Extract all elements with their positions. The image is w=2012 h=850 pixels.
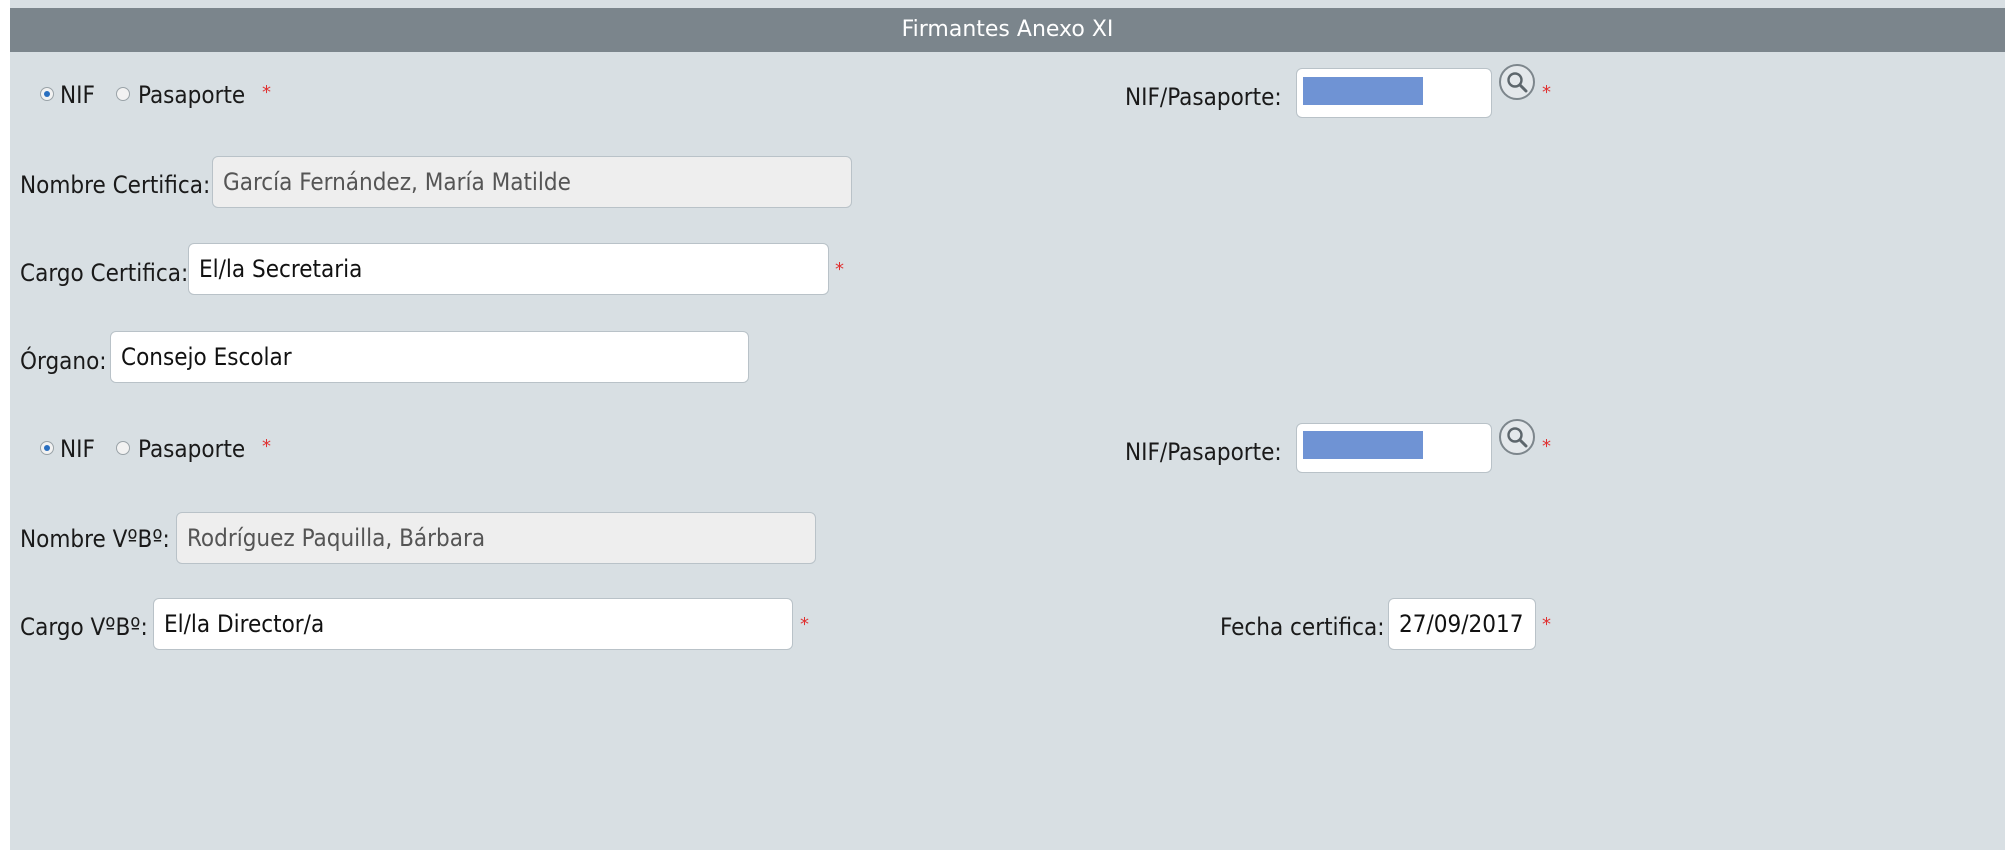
- search-icon[interactable]: [1499, 419, 1535, 455]
- radio-nif-label-1: NIF: [60, 81, 95, 109]
- radio-nif-1[interactable]: [40, 87, 54, 101]
- nombre-vobo-field: Rodríguez Paquilla, Bárbara: [176, 512, 816, 564]
- cargo-vobo-value: El/la Director/a: [164, 610, 325, 638]
- cargo-certifica-label: Cargo Certifica:: [20, 259, 189, 287]
- cargo-vobo-label: Cargo VºBº:: [20, 613, 148, 641]
- nombre-certifica-value: García Fernández, María Matilde: [223, 168, 571, 196]
- radio-pasaporte-label-1: Pasaporte: [138, 81, 246, 109]
- redacted-mark: [1303, 77, 1423, 105]
- cargo-certifica-input[interactable]: El/la Secretaria: [188, 243, 829, 295]
- redacted-mark: [1303, 431, 1423, 459]
- required-mark: *: [262, 82, 271, 103]
- required-mark: *: [262, 436, 271, 457]
- cargo-vobo-input[interactable]: El/la Director/a: [153, 598, 793, 650]
- radio-pasaporte-label-2: Pasaporte: [138, 435, 246, 463]
- fecha-certifica-value: 27/09/2017: [1399, 610, 1524, 638]
- required-mark: *: [835, 259, 844, 280]
- required-mark: *: [1542, 82, 1551, 103]
- radio-nif-label-2: NIF: [60, 435, 95, 463]
- required-mark: *: [800, 614, 809, 635]
- nombre-vobo-label: Nombre VºBº:: [20, 525, 170, 553]
- fecha-certifica-input[interactable]: 27/09/2017: [1388, 598, 1536, 650]
- search-icon[interactable]: [1499, 64, 1535, 100]
- required-mark: *: [1542, 614, 1551, 635]
- nombre-certifica-label: Nombre Certifica:: [20, 171, 211, 199]
- fecha-certifica-label: Fecha certifica:: [1220, 613, 1385, 641]
- cargo-certifica-value: El/la Secretaria: [199, 255, 363, 283]
- organo-label: Órgano:: [20, 347, 107, 375]
- firmantes-panel: Firmantes Anexo XI NIF Pasaporte * NIF/P…: [10, 0, 2005, 850]
- nombre-certifica-field: García Fernández, María Matilde: [212, 156, 852, 208]
- section-header: Firmantes Anexo XI: [10, 8, 2005, 52]
- organo-value: Consejo Escolar: [121, 343, 292, 371]
- radio-pasaporte-1[interactable]: [116, 87, 130, 101]
- organo-input[interactable]: Consejo Escolar: [110, 331, 749, 383]
- radio-nif-2[interactable]: [40, 441, 54, 455]
- required-mark: *: [1542, 436, 1551, 457]
- nif-label-2: NIF/Pasaporte:: [1125, 438, 1282, 466]
- nombre-vobo-value: Rodríguez Paquilla, Bárbara: [187, 524, 486, 552]
- nif-label-1: NIF/Pasaporte:: [1125, 83, 1282, 111]
- radio-pasaporte-2[interactable]: [116, 441, 130, 455]
